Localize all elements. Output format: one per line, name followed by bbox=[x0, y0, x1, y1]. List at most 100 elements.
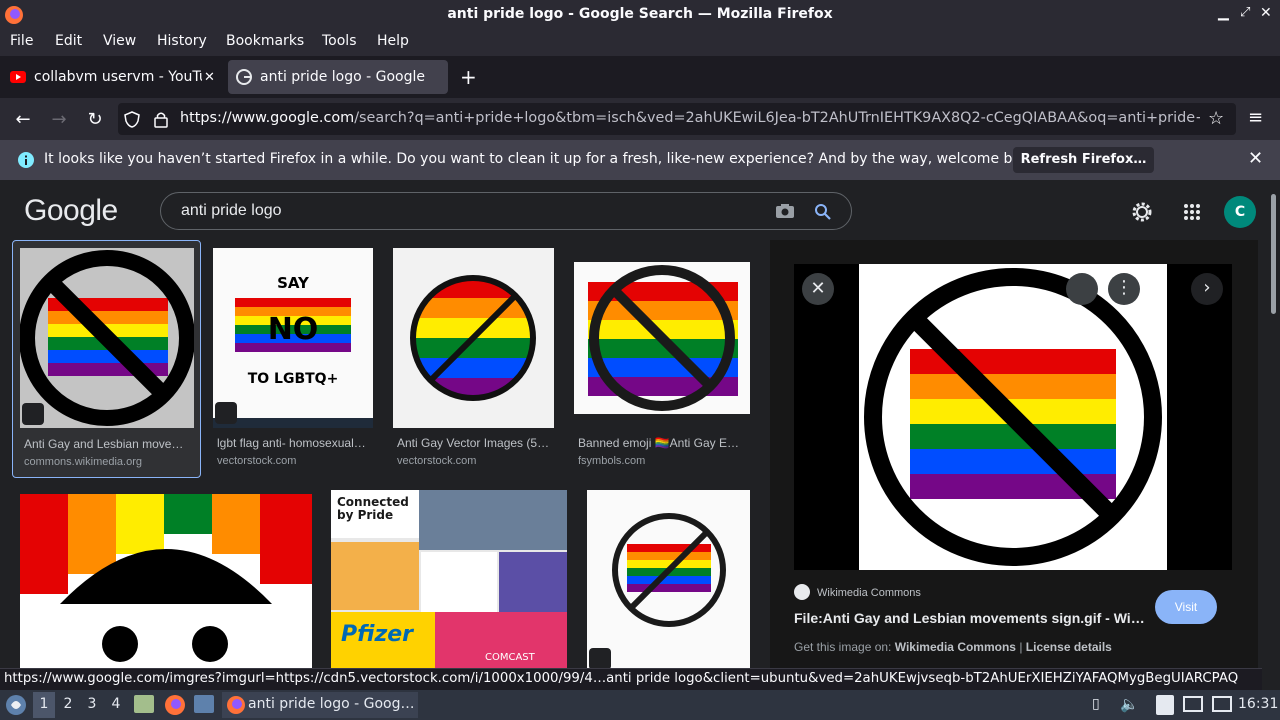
trash-icon[interactable]: ▯ bbox=[1092, 696, 1100, 712]
settings-gear-icon[interactable] bbox=[1131, 201, 1153, 223]
search-input[interactable]: anti pride logo bbox=[181, 202, 282, 220]
tab-google-search[interactable]: anti pride logo - Google Search bbox=[228, 60, 448, 94]
menu-file[interactable]: File bbox=[10, 33, 33, 49]
tab-label: collabvm uservm - YouTube bbox=[34, 69, 202, 85]
image-result-6[interactable]: Connected by Pride Pfizer COMCAST bbox=[331, 490, 567, 668]
visit-button[interactable]: Visit bbox=[1155, 590, 1217, 624]
info-icon bbox=[18, 152, 34, 168]
preview-image bbox=[794, 264, 1232, 570]
preview-title[interactable]: File:Anti Gay and Lesbian movements sign… bbox=[794, 610, 1149, 626]
menu-history[interactable]: History bbox=[157, 33, 207, 49]
navigation-toolbar: ← → ↻ https://www.google.com/search?q=an… bbox=[0, 98, 1280, 140]
page-scrollbar[interactable] bbox=[1268, 180, 1280, 668]
image-result-7[interactable] bbox=[587, 490, 750, 668]
refresh-firefox-button[interactable]: Refresh Firefox… bbox=[1013, 147, 1154, 173]
url-domain: https://www.google.com bbox=[180, 110, 355, 126]
workspace-3[interactable]: 3 bbox=[83, 696, 101, 712]
maximize-button[interactable]: ⤢ bbox=[1240, 5, 1250, 20]
url-text: https://www.google.com/search?q=anti+pri… bbox=[180, 110, 1200, 126]
minimize-button[interactable]: ▁ bbox=[1218, 5, 1229, 21]
image-result-3[interactable]: Anti Gay Vector Images (5… vectorstock.c… bbox=[393, 248, 555, 478]
url-bar[interactable]: https://www.google.com/search?q=anti+pri… bbox=[118, 103, 1236, 135]
terminal-icon[interactable] bbox=[194, 695, 214, 713]
menubar: File Edit View History Bookmarks Tools H… bbox=[0, 30, 1280, 56]
license-link[interactable]: License details bbox=[1026, 640, 1112, 654]
wikimedia-link[interactable]: Wikimedia Commons bbox=[895, 640, 1016, 654]
firefox-icon bbox=[227, 696, 245, 714]
no-flag-thumbnail bbox=[587, 490, 750, 668]
result-caption[interactable]: Banned emoji 🏳️‍🌈Anti Gay E… bbox=[578, 436, 748, 450]
new-tab-button[interactable]: + bbox=[460, 65, 477, 89]
image-result-5[interactable] bbox=[20, 494, 312, 668]
result-caption[interactable]: Anti Gay Vector Images (5… bbox=[397, 436, 553, 450]
network-icon[interactable] bbox=[1212, 696, 1232, 712]
scrollbar-thumb[interactable] bbox=[1271, 194, 1276, 314]
volume-icon[interactable]: 🔈 bbox=[1120, 695, 1139, 713]
clipboard-icon[interactable] bbox=[1156, 695, 1174, 715]
reload-button[interactable]: ↻ bbox=[84, 108, 106, 130]
result-source[interactable]: commons.wikimedia.org bbox=[24, 456, 142, 468]
result-source[interactable]: vectorstock.com bbox=[217, 455, 296, 467]
image-badge-icon bbox=[22, 403, 44, 425]
wikimedia-favicon bbox=[794, 584, 810, 600]
workspace-1[interactable]: 1 bbox=[35, 696, 53, 712]
menu-bookmarks[interactable]: Bookmarks bbox=[226, 33, 304, 49]
to-lgbtq-text: TO LGBTQ+ bbox=[247, 371, 339, 387]
close-preview-icon[interactable]: ✕ bbox=[802, 273, 834, 305]
start-menu-icon[interactable] bbox=[5, 694, 27, 716]
tab-youtube[interactable]: collabvm uservm - YouTube ✕ bbox=[4, 60, 224, 94]
display-icon[interactable] bbox=[1183, 696, 1203, 712]
hamburger-menu-icon[interactable]: ≡ bbox=[1248, 107, 1263, 128]
search-box[interactable]: anti pride logo bbox=[160, 192, 852, 230]
image-result-4[interactable]: Banned emoji 🏳️‍🌈Anti Gay E… fsymbols.co… bbox=[574, 262, 752, 478]
notice-text: It looks like you haven’t started Firefo… bbox=[44, 151, 1043, 167]
next-image-icon[interactable]: › bbox=[1191, 273, 1223, 305]
link-status-bar: https://www.google.com/imgres?imgurl=htt… bbox=[0, 668, 1262, 690]
result-source[interactable]: vectorstock.com bbox=[397, 455, 476, 467]
workspace-4[interactable]: 4 bbox=[107, 696, 125, 712]
pfizer-text: Pfizer bbox=[341, 622, 414, 647]
shield-icon[interactable] bbox=[124, 111, 140, 128]
get-image-on: Get this image on: Wikimedia Commons | L… bbox=[794, 640, 1112, 654]
lock-icon[interactable] bbox=[154, 111, 168, 128]
google-images-page: Google anti pride logo C Anti Gay and Le… bbox=[0, 180, 1280, 668]
close-notice-icon[interactable]: ✕ bbox=[1248, 148, 1263, 169]
account-avatar[interactable]: C bbox=[1224, 196, 1256, 228]
forward-button[interactable]: → bbox=[48, 108, 70, 130]
more-options-icon[interactable]: ⋮ bbox=[1108, 273, 1140, 305]
image-preview-panel: ✕ ⋮ › Wikimedia Commons File:Anti Gay an… bbox=[770, 240, 1258, 668]
menu-view[interactable]: View bbox=[103, 33, 136, 49]
bookmark-star-icon[interactable]: ☆ bbox=[1208, 108, 1224, 129]
menu-edit[interactable]: Edit bbox=[55, 33, 82, 49]
no-rainbow-thumbnail bbox=[20, 248, 194, 428]
apps-grid-icon[interactable] bbox=[1183, 203, 1201, 221]
taskbar-window-label: anti pride logo - Goog… bbox=[248, 696, 415, 712]
result-caption[interactable]: lgbt flag anti- homosexual… bbox=[217, 436, 373, 450]
firefox-launcher-icon[interactable] bbox=[164, 694, 186, 716]
banned-emoji-thumbnail bbox=[574, 262, 750, 414]
menu-tools[interactable]: Tools bbox=[322, 33, 357, 49]
camera-icon[interactable] bbox=[775, 203, 795, 219]
say-text: SAY bbox=[277, 274, 309, 292]
close-tab-icon[interactable]: ✕ bbox=[204, 70, 215, 85]
menu-help[interactable]: Help bbox=[377, 33, 409, 49]
image-result-2[interactable]: SAY NO TO LGBTQ+ lgbt flag anti- homosex… bbox=[213, 248, 375, 478]
image-result-1[interactable]: Anti Gay and Lesbian move… commons.wikim… bbox=[12, 240, 201, 478]
google-logo[interactable]: Google bbox=[24, 194, 118, 228]
get-image-on-label: Get this image on: bbox=[794, 640, 892, 654]
tab-label: anti pride logo - Google Search bbox=[260, 69, 426, 85]
file-manager-icon[interactable] bbox=[134, 695, 154, 713]
clock: 16:31 bbox=[1238, 696, 1279, 712]
taskbar-window-firefox[interactable]: anti pride logo - Goog… bbox=[222, 692, 418, 718]
result-caption[interactable]: Anti Gay and Lesbian move… bbox=[24, 437, 194, 451]
close-window-button[interactable]: ✕ bbox=[1260, 5, 1272, 21]
search-icon[interactable] bbox=[814, 203, 832, 221]
preview-source[interactable]: Wikimedia Commons bbox=[817, 587, 921, 599]
link-separator: | bbox=[1019, 640, 1023, 654]
result-source[interactable]: fsymbols.com bbox=[578, 455, 645, 467]
youtube-icon bbox=[10, 71, 26, 83]
url-path: /search?q=anti+pride+logo&tbm=isch&ved=2… bbox=[354, 110, 1200, 126]
workspace-2[interactable]: 2 bbox=[59, 696, 77, 712]
lens-search-icon[interactable] bbox=[1066, 273, 1098, 305]
back-button[interactable]: ← bbox=[12, 108, 34, 130]
